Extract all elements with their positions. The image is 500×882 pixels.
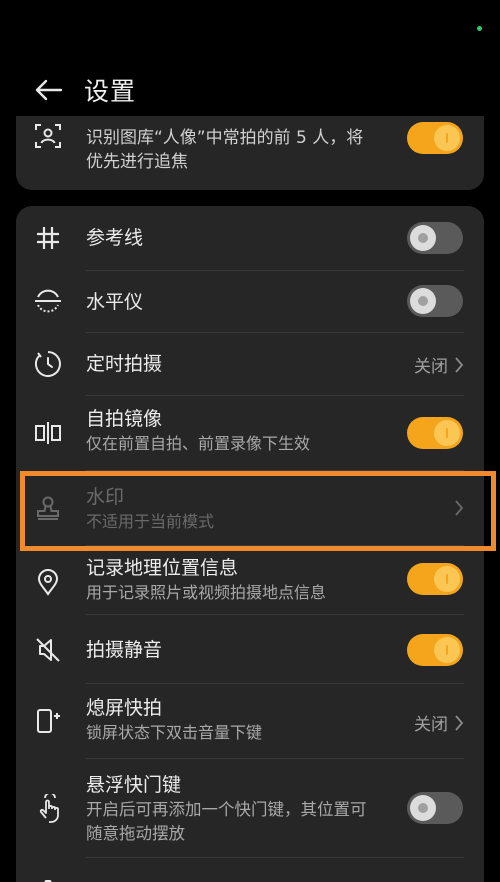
chevron-right-icon	[455, 356, 464, 373]
page-title: 设置	[84, 77, 137, 106]
back-button[interactable]	[28, 70, 68, 110]
mute-icon	[32, 634, 64, 666]
setting-subtitle: 仅在前置自拍、前置录像下生效	[86, 434, 311, 453]
setting-title: 水平仪	[86, 291, 144, 313]
stamp-icon	[32, 492, 64, 524]
level-icon	[32, 285, 64, 317]
floating-shutter-toggle[interactable]	[407, 792, 463, 824]
setting-title: 水印	[86, 486, 125, 508]
setting-title: 拍摄静音	[86, 639, 163, 661]
portrait-focus-label: 识别图库“人像”中常拍的前 5 人，将优先进行追焦	[86, 128, 364, 172]
setting-subtitle: 锁屏状态下双击音量下键	[86, 723, 263, 742]
portrait-focus-row: 识别图库“人像”中常拍的前 5 人，将优先进行追焦	[16, 116, 484, 190]
status-indicator-dot	[477, 26, 482, 31]
watermark-chevron[interactable]	[454, 499, 464, 517]
setting-subtitle: 不适用于当前模式	[86, 512, 215, 531]
setting-row-timer[interactable]: 定时拍摄 关闭	[16, 333, 484, 395]
setting-subtitle: 用于记录照片或视频拍摄地点信息	[86, 583, 327, 602]
setting-subtitle: 开启后可再添加一个快门键，其位置可随意拖动摆放	[86, 800, 367, 843]
timer-icon	[32, 348, 64, 380]
location-toggle[interactable]	[407, 563, 463, 595]
setting-title: 记录地理位置信息	[86, 557, 239, 579]
mirror-toggle[interactable]	[407, 417, 463, 449]
level-toggle[interactable]	[407, 285, 463, 317]
location-icon	[32, 566, 64, 598]
header: 设置	[0, 68, 500, 112]
setting-row-mirror[interactable]: 自拍镜像 仅在前置自拍、前置录像下生效	[16, 396, 484, 470]
mute-toggle[interactable]	[407, 634, 463, 666]
touch-icon	[32, 793, 64, 825]
setting-row-mute[interactable]: 拍摄静音	[16, 615, 484, 683]
grid-toggle[interactable]	[407, 222, 463, 254]
timer-value-text: 关闭	[414, 357, 448, 377]
portrait-scan-icon	[32, 120, 64, 152]
portrait-focus-toggle[interactable]	[407, 122, 463, 154]
setting-row-location[interactable]: 记录地理位置信息 用于记录照片或视频拍摄地点信息	[16, 546, 484, 614]
setting-row-partial[interactable]	[16, 858, 484, 882]
setting-row-level[interactable]: 水平仪	[16, 271, 484, 332]
chevron-right-icon	[455, 714, 464, 731]
camera-icon	[32, 874, 64, 882]
snapshot-value-text: 关闭	[414, 715, 448, 735]
setting-row-grid[interactable]: 参考线	[16, 206, 484, 270]
setting-title: 自拍镜像	[86, 408, 163, 430]
mirror-icon	[32, 417, 64, 449]
portrait-focus-card: 识别图库“人像”中常拍的前 5 人，将优先进行追焦	[16, 116, 484, 190]
grid-icon	[32, 222, 64, 254]
snapshot-icon	[32, 705, 64, 737]
setting-title: 定时拍摄	[86, 353, 163, 375]
settings-screen: 设置 识别图库“人像”中常拍的前 5 人，将优先进行追焦 参考线 水平仪 定时拍…	[0, 0, 500, 882]
timer-value[interactable]: 关闭	[414, 352, 464, 377]
snapshot-value[interactable]: 关闭	[414, 710, 464, 735]
setting-title: 悬浮快门键	[86, 774, 182, 796]
setting-title: 熄屏快拍	[86, 697, 163, 719]
back-arrow-icon	[35, 79, 63, 101]
chevron-right-icon	[455, 500, 464, 516]
setting-row-snapshot[interactable]: 熄屏快拍 锁屏状态下双击音量下键 关闭	[16, 684, 484, 758]
camera-settings-card: 参考线 水平仪 定时拍摄 关闭 自拍镜像 仅在前置自拍、前置录像下生效 水印 不…	[16, 206, 484, 882]
setting-row-floating-shutter[interactable]: 悬浮快门键 开启后可再添加一个快门键，其位置可随意拖动摆放	[16, 759, 484, 857]
setting-row-watermark[interactable]: 水印 不适用于当前模式	[16, 471, 484, 545]
setting-title: 参考线	[86, 227, 144, 249]
